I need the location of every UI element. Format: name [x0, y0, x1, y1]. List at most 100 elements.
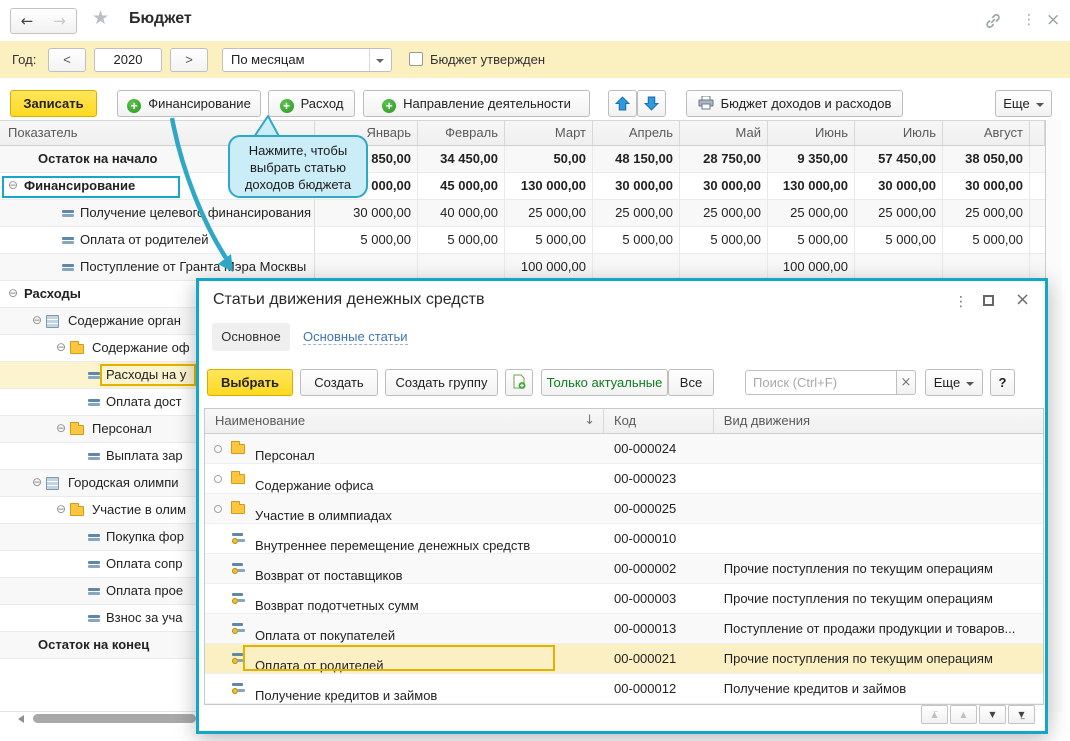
budget-cell[interactable]: 5 000,00 [680, 227, 768, 253]
budget-row[interactable]: Получение целевого финансирования30 000,… [0, 200, 1045, 227]
go-last-button[interactable]: ▼̲ [1008, 705, 1035, 724]
actual-only-button[interactable]: Только актуальные [541, 369, 668, 396]
list-item[interactable]: Персонал00-000024 [205, 434, 1043, 464]
budget-cell[interactable] [855, 254, 943, 280]
copy-item-button[interactable] [505, 369, 533, 396]
item-code[interactable]: 00-000010 [604, 524, 714, 553]
budget-cell[interactable]: 48 150,00 [593, 146, 680, 172]
year-next-button[interactable]: > [170, 48, 208, 72]
dialog-more-button[interactable]: Еще [925, 369, 983, 396]
budget-cell[interactable]: 25 000,00 [505, 200, 593, 226]
more-button[interactable]: Еще [995, 90, 1052, 117]
item-code[interactable]: 00-000024 [604, 434, 714, 463]
item-code[interactable]: 00-000003 [604, 584, 714, 613]
budget-row[interactable]: Поступление от Гранта Мэра Москвы100 000… [0, 254, 1045, 281]
back-button[interactable]: ← [10, 8, 44, 34]
budget-row[interactable]: ⊖Финансирование000,0045 000,00130 000,00… [0, 173, 1045, 200]
add-expense-button[interactable]: +Расход [268, 90, 355, 117]
item-kind[interactable] [714, 524, 1043, 553]
collapse-icon[interactable]: ⊖ [8, 178, 18, 192]
budget-cell[interactable]: 28 750,00 [680, 146, 768, 172]
tab-main-items-link[interactable]: Основные статьи [303, 329, 408, 345]
group-circle-icon[interactable] [214, 475, 222, 483]
item-kind[interactable] [714, 494, 1043, 523]
chevron-down-icon[interactable] [369, 49, 391, 71]
all-button[interactable]: Все [668, 369, 714, 396]
list-item[interactable]: Оплата от родителей00-000021Прочие посту… [205, 644, 1043, 674]
search-input[interactable]: Поиск (Ctrl+F) [745, 370, 897, 395]
budget-cell[interactable]: 5 000,00 [418, 227, 505, 253]
print-report-button[interactable]: Бюджет доходов и расходов [686, 90, 903, 117]
go-next-button[interactable]: ▼ [979, 705, 1006, 724]
more-menu-icon[interactable]: ⋮ [1022, 12, 1036, 28]
budget-cell[interactable]: 38 050,00 [943, 146, 1030, 172]
create-button[interactable]: Создать [300, 369, 378, 396]
list-item[interactable]: Получение кредитов и займов00-000012Полу… [205, 674, 1043, 704]
list-item[interactable]: Участие в олимпиадах00-000025 [205, 494, 1043, 524]
go-prev-button[interactable]: ▲ [950, 705, 977, 724]
budget-cell[interactable]: 130 000,00 [768, 173, 855, 199]
budget-cell[interactable] [593, 254, 680, 280]
column-header-code[interactable]: Код [604, 409, 714, 433]
budget-cell[interactable]: 30 000,00 [315, 200, 418, 226]
budget-cell[interactable]: 30 000,00 [943, 173, 1030, 199]
approved-checkbox[interactable] [409, 52, 423, 66]
item-code[interactable]: 00-000021 [604, 644, 714, 673]
budget-cell[interactable]: 5 000,00 [943, 227, 1030, 253]
list-item[interactable]: Внутреннее перемещение денежных средств0… [205, 524, 1043, 554]
budget-cell[interactable] [680, 254, 768, 280]
collapse-icon[interactable]: ⊖ [56, 340, 66, 354]
dialog-close-icon[interactable]: × [1015, 289, 1030, 310]
budget-cell[interactable]: 57 450,00 [855, 146, 943, 172]
search-clear-icon[interactable]: × [896, 370, 916, 395]
create-group-button[interactable]: Создать группу [385, 369, 498, 396]
budget-cell[interactable]: 30 000,00 [593, 173, 680, 199]
budget-cell[interactable]: 5 000,00 [855, 227, 943, 253]
group-circle-icon[interactable] [214, 505, 222, 513]
scroll-left-icon[interactable] [18, 715, 24, 723]
item-kind[interactable]: Прочие поступления по текущим операциям [714, 644, 1043, 673]
year-prev-button[interactable]: < [48, 48, 86, 72]
budget-cell[interactable]: 5 000,00 [768, 227, 855, 253]
item-kind[interactable]: Прочие поступления по текущим операциям [714, 554, 1043, 583]
budget-row[interactable]: Остаток на начало850,0034 450,0050,0048 … [0, 146, 1045, 173]
item-kind[interactable]: Прочие поступления по текущим операциям [714, 584, 1043, 613]
horizontal-scrollbar[interactable] [0, 711, 196, 725]
budget-cell[interactable]: 5 000,00 [505, 227, 593, 253]
select-button[interactable]: Выбрать [207, 369, 293, 396]
item-kind[interactable]: Поступление от продажи продукции и товар… [714, 614, 1043, 643]
close-icon[interactable]: × [1046, 10, 1060, 30]
budget-row[interactable]: Оплата от родителей5 000,005 000,005 000… [0, 227, 1045, 254]
budget-cell[interactable]: 100 000,00 [505, 254, 593, 280]
move-up-button[interactable] [608, 90, 637, 117]
budget-cell[interactable]: 50,00 [505, 146, 593, 172]
group-circle-icon[interactable] [214, 445, 222, 453]
budget-cell[interactable]: 30 000,00 [680, 173, 768, 199]
list-item[interactable]: Возврат подотчетных сумм00-000003Прочие … [205, 584, 1043, 614]
budget-cell[interactable]: 25 000,00 [768, 200, 855, 226]
list-item[interactable]: Возврат от поставщиков00-000002Прочие по… [205, 554, 1043, 584]
budget-cell[interactable]: 30 000,00 [855, 173, 943, 199]
budget-cell[interactable]: 25 000,00 [680, 200, 768, 226]
dialog-more-menu-icon[interactable]: ⋮ [954, 294, 968, 310]
column-header-kind[interactable]: Вид движения [714, 409, 1043, 433]
list-item[interactable]: Оплата от покупателей00-000013Поступлени… [205, 614, 1043, 644]
budget-cell[interactable]: 5 000,00 [593, 227, 680, 253]
collapse-icon[interactable]: ⊖ [32, 475, 42, 489]
item-code[interactable]: 00-000002 [604, 554, 714, 583]
collapse-icon[interactable]: ⊖ [56, 502, 66, 516]
add-financing-button[interactable]: +Финансирование [117, 90, 261, 117]
item-kind[interactable] [714, 464, 1043, 493]
collapse-icon[interactable]: ⊖ [8, 286, 18, 300]
collapse-icon[interactable]: ⊖ [56, 421, 66, 435]
budget-cell[interactable]: 40 000,00 [418, 200, 505, 226]
help-button[interactable]: ? [990, 369, 1015, 396]
budget-cell[interactable]: 25 000,00 [593, 200, 680, 226]
year-input[interactable]: 2020 [94, 48, 162, 72]
period-select[interactable]: По месяцам [222, 48, 392, 72]
item-code[interactable]: 00-000012 [604, 674, 714, 703]
item-code[interactable]: 00-000023 [604, 464, 714, 493]
link-icon[interactable] [983, 11, 1003, 31]
save-button[interactable]: Записать [10, 90, 97, 117]
collapse-icon[interactable]: ⊖ [32, 313, 42, 327]
